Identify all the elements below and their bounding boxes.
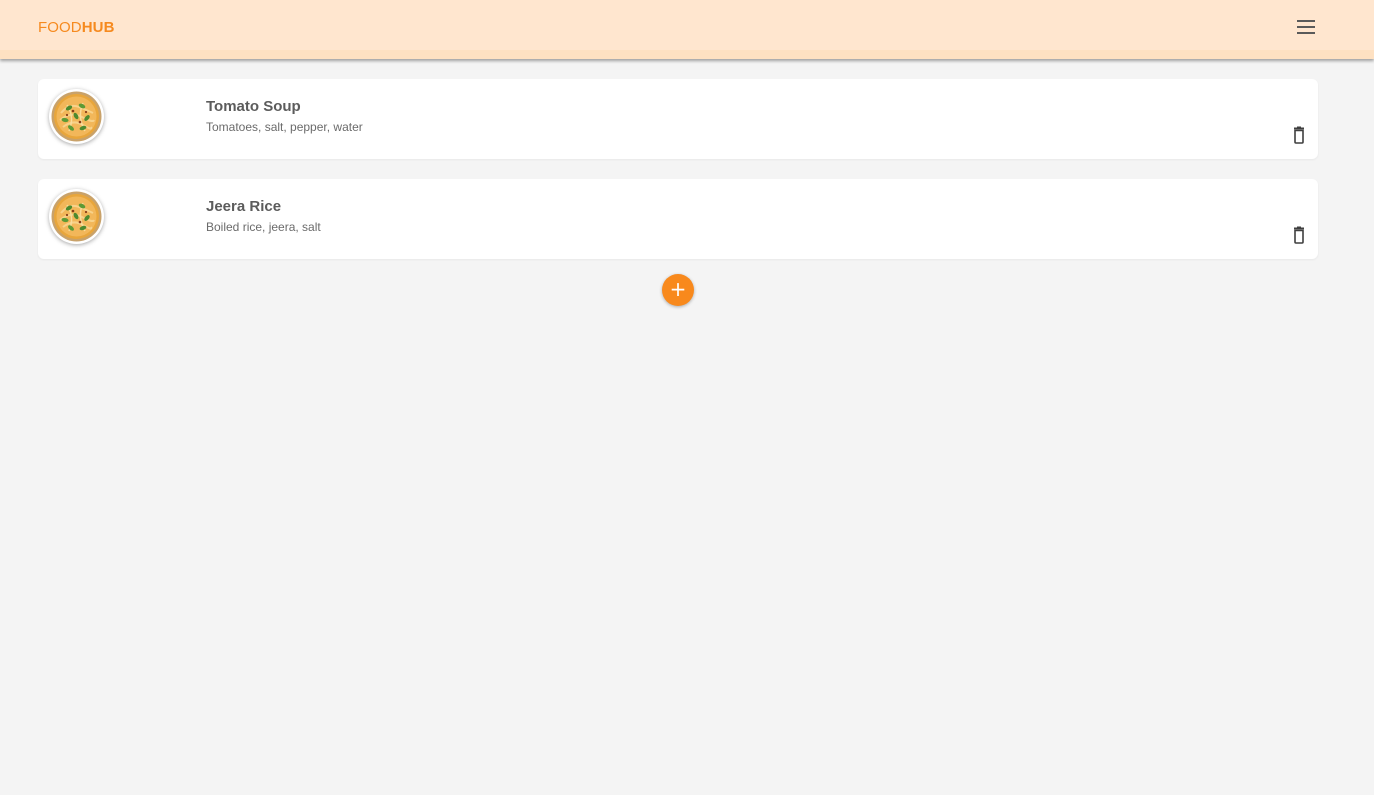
recipe-description: Boiled rice, jeera, salt (206, 220, 321, 234)
recipe-description: Tomatoes, salt, pepper, water (206, 120, 363, 134)
recipe-card: Tomato Soup Tomatoes, salt, pepper, wate… (38, 79, 1318, 159)
recipe-name: Jeera Rice (206, 198, 282, 215)
navbar-stripe (0, 50, 1374, 59)
navbar: FOODHUB (0, 0, 1374, 59)
trash-icon[interactable] (1291, 126, 1307, 144)
recipe-card: Jeera Rice Boiled rice, jeera, salt (38, 179, 1318, 259)
hamburger-menu-icon[interactable] (1294, 17, 1318, 37)
food-bowl-icon (49, 89, 104, 144)
brand-food: FOOD (38, 19, 82, 36)
trash-icon[interactable] (1291, 226, 1307, 244)
food-bowl-icon (49, 189, 104, 244)
plus-icon: + (669, 277, 687, 301)
brand-logo[interactable]: FOODHUB (38, 19, 115, 37)
recipe-name: Tomato Soup (206, 98, 301, 115)
add-recipe-button[interactable]: + (662, 274, 694, 306)
brand-hub: HUB (81, 19, 115, 36)
recipe-list: Tomato Soup Tomatoes, salt, pepper, wate… (38, 79, 1318, 279)
